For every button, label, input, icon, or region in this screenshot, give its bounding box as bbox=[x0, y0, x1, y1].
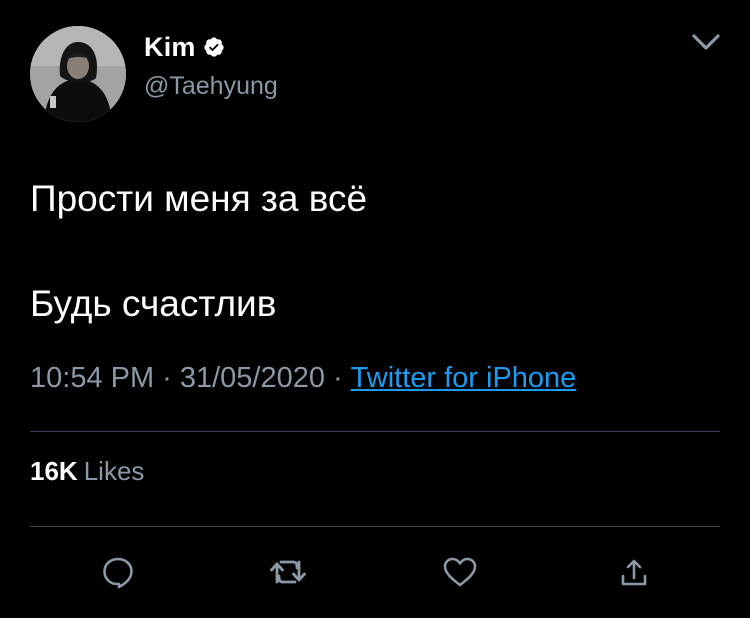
retweet-icon bbox=[270, 560, 306, 584]
share-icon bbox=[621, 559, 647, 586]
like-button[interactable] bbox=[440, 552, 480, 592]
tweet-text-line: Прости меня за всё bbox=[30, 178, 368, 219]
verified-badge-icon bbox=[203, 37, 224, 57]
likes-label: Likes bbox=[83, 456, 145, 486]
tweet-source-link[interactable]: Twitter for iPhone bbox=[351, 362, 577, 394]
tweet-text-line: Будь счастлив bbox=[30, 283, 277, 324]
retweet-button[interactable] bbox=[268, 552, 308, 592]
meta-separator: · bbox=[162, 362, 172, 394]
author-handle[interactable]: @Taehyung bbox=[144, 72, 278, 101]
tweet-meta: 10:54 PM · 31/05/2020 · Twitter for iPhone bbox=[30, 362, 576, 395]
meta-separator: · bbox=[332, 362, 343, 394]
divider bbox=[30, 431, 720, 432]
share-button[interactable] bbox=[614, 552, 654, 592]
author-row: Kim bbox=[144, 30, 225, 64]
likes-count: 16K bbox=[30, 456, 78, 486]
reply-icon bbox=[103, 557, 133, 589]
like-icon bbox=[443, 557, 477, 587]
author-name[interactable]: Kim bbox=[144, 32, 196, 63]
tweet-card: Kim @Taehyung Прости меня за всё Будь сч… bbox=[0, 0, 750, 618]
tweet-time: 10:54 PM bbox=[30, 362, 155, 394]
reply-button[interactable] bbox=[98, 552, 138, 592]
likes-stat[interactable]: 16K Likes bbox=[30, 456, 144, 487]
divider bbox=[30, 526, 720, 527]
avatar[interactable] bbox=[30, 26, 126, 122]
chevron-down-icon[interactable] bbox=[688, 28, 724, 56]
tweet-date: 31/05/2020 bbox=[179, 362, 325, 394]
